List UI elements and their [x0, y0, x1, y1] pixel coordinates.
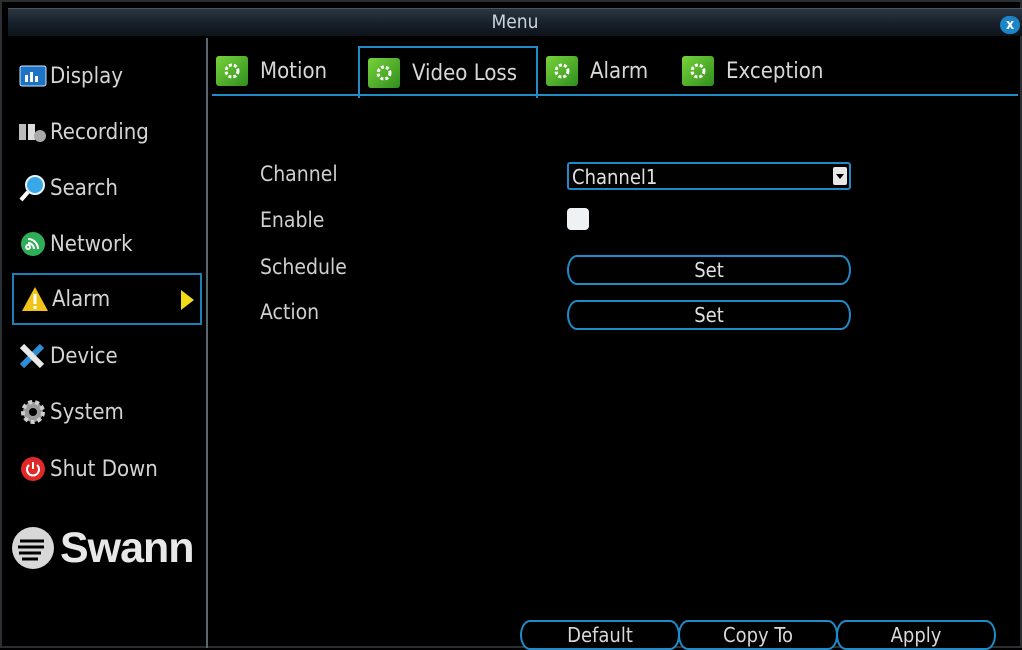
sidebar-item-label: Device: [50, 343, 118, 369]
sidebar-item-search[interactable]: Search: [12, 162, 202, 214]
sidebar-item-label: Alarm: [52, 286, 111, 312]
display-icon: [18, 61, 48, 91]
sidebar-item-recording[interactable]: Recording: [12, 106, 202, 158]
enable-checkbox[interactable]: [567, 208, 589, 230]
dvr-menu-window: Menu x Display Recording Search Network …: [0, 0, 1022, 650]
active-arrow-icon: [181, 290, 194, 310]
tab-gear-icon: [216, 56, 248, 86]
network-icon: [18, 229, 48, 259]
apply-button[interactable]: Apply: [836, 620, 996, 650]
swann-logo: Swann: [10, 518, 195, 578]
tab-label: Video Loss: [412, 60, 518, 86]
sidebar-item-label: Recording: [50, 119, 149, 145]
sidebar-item-label: Network: [50, 231, 133, 257]
sidebar-item-shut-down[interactable]: Shut Down: [12, 443, 202, 495]
video-loss-panel: Channel Channel1 Enable Schedule Set Act…: [212, 98, 1022, 650]
channel-select-value: Channel1: [572, 165, 658, 189]
tab-bar: Motion Video Loss Alarm Exception: [212, 42, 1022, 98]
sidebar-item-label: System: [50, 399, 124, 425]
default-button[interactable]: Default: [520, 620, 680, 650]
tab-gear-icon: [682, 56, 714, 86]
tab-gear-icon: [546, 56, 578, 86]
title-bar: Menu x: [8, 8, 1022, 36]
window-title: Menu: [491, 11, 539, 33]
copy-to-button[interactable]: Copy To: [678, 620, 838, 650]
tab-label: Alarm: [590, 58, 649, 84]
action-label: Action: [260, 300, 320, 324]
tab-video-loss[interactable]: Video Loss: [358, 46, 538, 98]
schedule-label: Schedule: [260, 255, 347, 279]
recording-icon: [18, 117, 48, 147]
close-button[interactable]: x: [1000, 16, 1020, 34]
sidebar-item-network[interactable]: Network: [12, 218, 202, 270]
tab-label: Motion: [260, 58, 328, 84]
tab-alarm[interactable]: Alarm: [546, 46, 648, 96]
tab-gear-icon: [368, 58, 400, 88]
sidebar-item-system[interactable]: System: [12, 386, 202, 438]
sidebar-item-label: Search: [50, 175, 118, 201]
channel-label: Channel: [260, 162, 338, 186]
sidebar: Display Recording Search Network Alarm D…: [8, 38, 208, 648]
schedule-set-button[interactable]: Set: [567, 255, 851, 285]
tab-underline: [212, 94, 1018, 96]
search-icon: [18, 173, 48, 203]
action-set-button[interactable]: Set: [567, 300, 851, 330]
power-icon: [18, 454, 48, 484]
swann-logo-icon: [12, 527, 54, 569]
sidebar-item-alarm[interactable]: Alarm: [12, 273, 202, 325]
logo-text: Swann: [60, 523, 195, 572]
tab-label: Exception: [726, 58, 824, 84]
tab-exception[interactable]: Exception: [682, 46, 823, 96]
tab-motion[interactable]: Motion: [216, 46, 327, 96]
channel-select[interactable]: Channel1: [567, 162, 851, 190]
tools-icon: [18, 341, 48, 371]
sidebar-item-device[interactable]: Device: [12, 330, 202, 382]
warning-icon: [20, 284, 50, 314]
sidebar-item-label: Shut Down: [50, 456, 158, 482]
chevron-down-icon: [833, 167, 847, 185]
gear-icon: [18, 397, 48, 427]
sidebar-item-label: Display: [50, 63, 123, 89]
sidebar-item-display[interactable]: Display: [12, 50, 202, 102]
enable-label: Enable: [260, 208, 325, 232]
